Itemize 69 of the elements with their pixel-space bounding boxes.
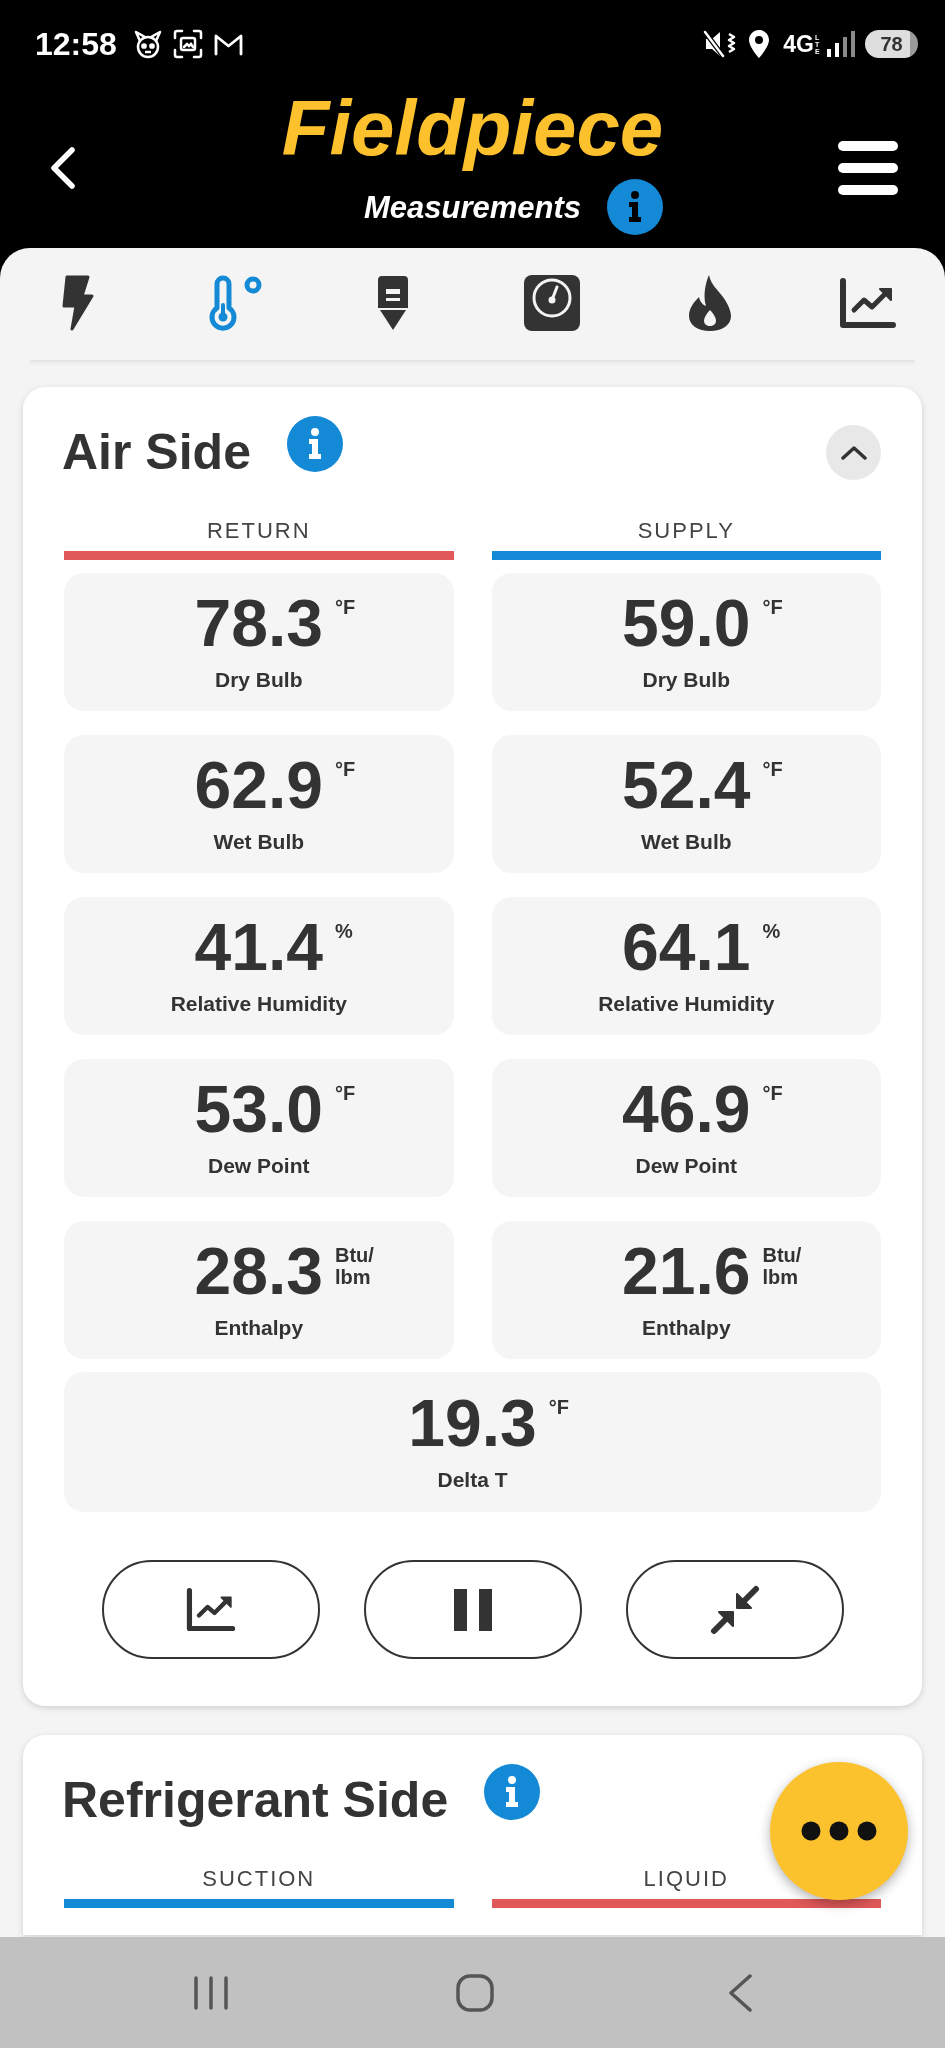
column-header: LIQUID (643, 1866, 729, 1892)
reading-label: Wet Bulb (213, 829, 305, 855)
home-button[interactable] (456, 1973, 494, 2012)
reading-unit: °F (762, 758, 783, 780)
reading-value: 28.3 (194, 1238, 323, 1304)
column-header: SUPPLY (637, 518, 735, 544)
reading-label: Enthalpy (214, 1315, 304, 1341)
recent-apps-icon (193, 1974, 229, 2011)
reading-unit: % (762, 920, 781, 942)
signal-bars-icon (827, 31, 855, 57)
reading-value: 62.9 (194, 752, 323, 818)
section-title: Refrigerant Side (62, 1775, 449, 1825)
back-icon (727, 1973, 753, 2012)
reading-value: 46.9 (622, 1076, 751, 1142)
mail-icon (212, 32, 244, 56)
reading-label: Dry Bulb (215, 667, 303, 693)
back-nav-button[interactable] (727, 1973, 753, 2012)
reading-label: Dew Point (635, 1153, 737, 1179)
reading-unit: °F (762, 1082, 783, 1104)
inward-arrows-icon (709, 1584, 760, 1635)
flame-icon (687, 274, 732, 332)
menu-icon (838, 141, 898, 195)
back-button[interactable] (49, 147, 77, 189)
reading-value: 59.0 (622, 590, 751, 656)
reading-value: 78.3 (194, 590, 323, 656)
reading-label: Enthalpy (641, 1315, 731, 1341)
status-time: 12:58 (35, 28, 117, 60)
reading-label: Delta T (437, 1467, 508, 1493)
network-type: 4G (783, 32, 814, 56)
reading-value: 21.6 (622, 1238, 751, 1304)
reading-unit: °F (548, 1396, 569, 1418)
chevron-up-icon (840, 444, 867, 460)
reading-label: Relative Humidity (170, 991, 347, 1017)
info-icon[interactable] (607, 179, 664, 235)
recent-apps-button[interactable] (193, 1974, 229, 2011)
reading-unit: Btu/ lbm (335, 1244, 374, 1288)
reading-value: 19.3 (408, 1390, 537, 1456)
info-icon[interactable] (286, 416, 343, 472)
section-title: Air Side (62, 427, 251, 477)
more-dots-icon (801, 1821, 877, 1841)
reading-unit: °F (762, 596, 783, 618)
location-pin-icon (748, 29, 771, 59)
page-subtitle: Measurements (363, 191, 582, 223)
menu-button[interactable] (838, 141, 898, 195)
gauge-icon (522, 274, 581, 332)
trend-chart-icon (185, 1587, 236, 1632)
screenshot-icon (172, 29, 203, 59)
reading-label: Wet Bulb (640, 829, 732, 855)
chevron-left-icon (49, 147, 77, 189)
reading-unit: % (335, 920, 353, 942)
column-header: RETURN (206, 518, 311, 544)
reading-unit: Btu/ lbm (762, 1244, 802, 1288)
reading-label: Relative Humidity (598, 991, 775, 1017)
reading-label: Dew Point (208, 1153, 310, 1179)
reading-value: 53.0 (194, 1076, 323, 1142)
pause-icon (453, 1588, 492, 1631)
home-icon (456, 1973, 494, 2012)
muted-speaker-icon (703, 29, 738, 59)
reading-unit: °F (335, 596, 356, 618)
reading-value: 52.4 (622, 752, 751, 818)
battery-indicator: 78 (865, 30, 918, 58)
reading-unit: °F (335, 758, 356, 780)
column-header: SUCTION (202, 1866, 316, 1892)
info-icon[interactable] (484, 1764, 541, 1820)
reading-value: 64.1 (622, 914, 751, 980)
reading-label: Dry Bulb (642, 667, 730, 693)
reading-value: 41.4 (194, 914, 323, 980)
trend-chart-icon (838, 277, 897, 329)
reading-unit: °F (335, 1082, 356, 1104)
